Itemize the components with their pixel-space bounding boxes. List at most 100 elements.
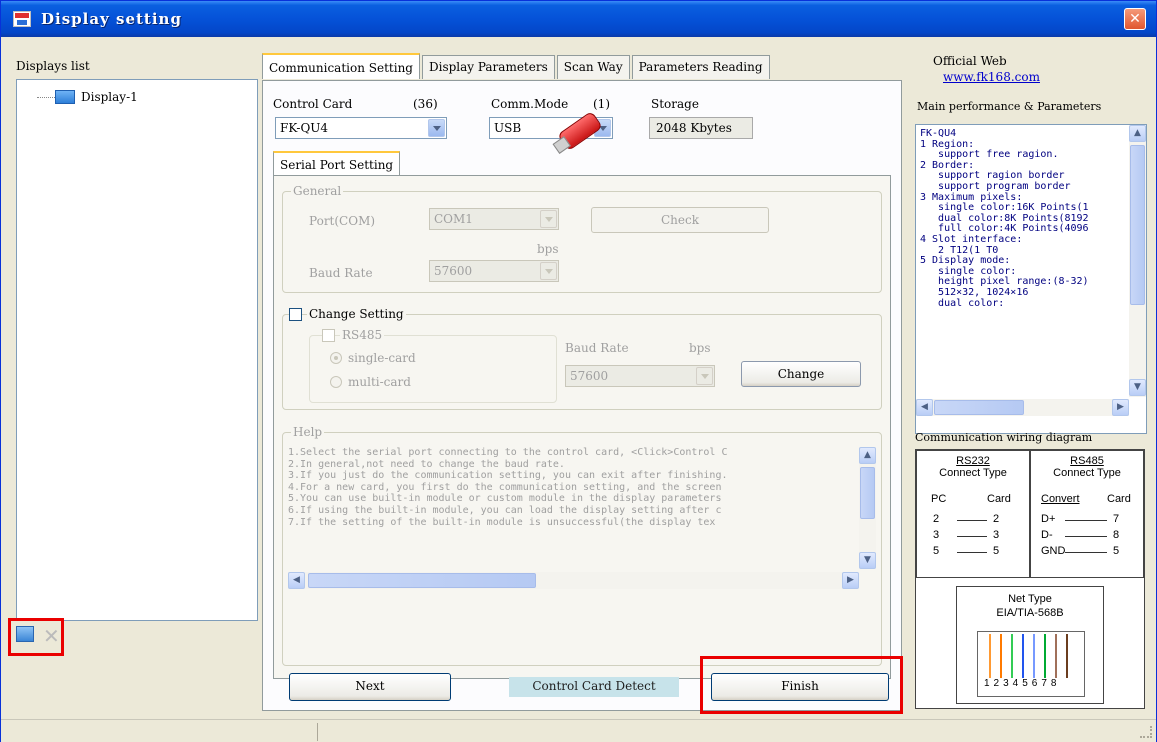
- scroll-right-icon[interactable]: ▶: [842, 572, 859, 589]
- next-button[interactable]: Next: [289, 673, 451, 701]
- performance-text: FK-QU4 1 Region: support free ragion. 2 …: [920, 128, 1089, 309]
- control-card-label: Control Card: [273, 97, 353, 111]
- net-type-standard: EIA/TIA-568B: [996, 607, 1064, 619]
- comm-mode-count: (1): [593, 97, 610, 111]
- scroll-down-icon[interactable]: ▼: [859, 552, 876, 569]
- displays-list[interactable]: Display-1: [16, 79, 258, 621]
- baud-rate-label: Baud Rate: [309, 266, 373, 280]
- help-vertical-scrollbar[interactable]: ▲ ▼: [859, 447, 876, 569]
- rs485-left-head: Convert: [1041, 493, 1080, 505]
- performance-box[interactable]: FK-QU4 1 Region: support free ragion. 2 …: [915, 124, 1147, 434]
- official-web-label: Official Web: [933, 54, 1007, 68]
- scroll-left-icon[interactable]: ◀: [916, 399, 933, 416]
- rj45-pin-numbers: 12345678: [984, 678, 1061, 689]
- perf-hscroll-thumb[interactable]: [934, 400, 1024, 415]
- net-type-box: Net Type EIA/TIA-568B 12345678: [956, 586, 1104, 704]
- help-line: 4.For a new card, you first do the commu…: [288, 481, 722, 493]
- wire-pin-left: D+: [1041, 513, 1056, 525]
- help-vscroll-thumb[interactable]: [860, 467, 875, 519]
- performance-label: Main performance & Parameters: [917, 100, 1102, 113]
- wire-pin-left: GND: [1041, 545, 1066, 557]
- tab-serial-port-setting[interactable]: Serial Port Setting: [273, 151, 401, 175]
- app-icon: [13, 11, 31, 27]
- help-horizontal-scrollbar[interactable]: ◀ ▶: [288, 572, 859, 589]
- general-group: General Port(COM) COM1 Check bps Baud Ra…: [282, 184, 882, 293]
- scroll-up-icon[interactable]: ▲: [1129, 125, 1146, 142]
- scroll-up-icon[interactable]: ▲: [859, 447, 876, 464]
- perf-horizontal-scrollbar[interactable]: ◀ ▶: [916, 399, 1129, 416]
- wire-pin-right: 2: [993, 513, 1000, 525]
- control-card-detect-button[interactable]: Control Card Detect: [509, 677, 679, 697]
- chevron-down-icon[interactable]: [696, 367, 713, 385]
- control-card-count: (36): [413, 97, 438, 111]
- chevron-down-icon[interactable]: [540, 262, 557, 280]
- scroll-left-icon[interactable]: ◀: [288, 572, 305, 589]
- serial-port-panel: General Port(COM) COM1 Check bps Baud Ra…: [273, 175, 891, 679]
- rs485-checkbox[interactable]: [322, 329, 335, 342]
- wire-pin-right: 5: [1113, 545, 1120, 557]
- status-bar: [1, 719, 1156, 742]
- baud-rate-select[interactable]: 57600: [429, 260, 559, 282]
- display-list-item[interactable]: Display-1: [55, 90, 138, 104]
- port-label: Port(COM): [309, 214, 376, 228]
- tab-parameters-reading[interactable]: Parameters Reading: [631, 55, 770, 79]
- port-select[interactable]: COM1: [429, 208, 559, 230]
- main-settings-area: Communication Setting Display Parameters…: [262, 46, 902, 711]
- storage-label: Storage: [651, 97, 699, 111]
- close-button[interactable]: ✕: [1124, 8, 1146, 30]
- single-card-radio[interactable]: [330, 352, 342, 364]
- communication-tab-panel: Control Card (36) FK-QU4 Comm.Mode (1) U…: [262, 80, 902, 711]
- multi-card-radio[interactable]: [330, 376, 342, 388]
- help-text[interactable]: 1.Select the serial port connecting to t…: [288, 447, 854, 569]
- change-button[interactable]: Change: [741, 361, 861, 387]
- baud-rate-value: 57600: [434, 264, 473, 278]
- official-web-link[interactable]: www.fk168.com: [943, 70, 1040, 84]
- change-setting-checkbox[interactable]: [289, 308, 302, 321]
- displays-list-label: Displays list: [16, 59, 90, 73]
- perf-vscroll-thumb[interactable]: [1130, 145, 1145, 305]
- wire-line: [1065, 520, 1107, 521]
- rs232-left-head: PC: [931, 493, 947, 505]
- help-line: 6.If using the built-in module, you can …: [288, 504, 722, 516]
- rs485-label: RS485: [340, 328, 385, 342]
- control-card-select[interactable]: FK-QU4: [275, 117, 447, 139]
- tab-scan-way[interactable]: Scan Way: [556, 55, 630, 79]
- comm-mode-value: USB: [494, 121, 522, 135]
- control-card-value: FK-QU4: [280, 121, 329, 135]
- window-title: Display setting: [41, 10, 182, 28]
- port-value: COM1: [434, 212, 473, 226]
- chevron-down-icon[interactable]: [540, 210, 557, 228]
- display-item-label: Display-1: [81, 90, 138, 104]
- wire-pin-right: 5: [993, 545, 1000, 557]
- wiring-table: RS232 Connect Type PC Card 2 2 3 3 5 5 RS485 …: [916, 450, 1144, 578]
- scroll-right-icon[interactable]: ▶: [1112, 399, 1129, 416]
- info-panel: Official Web www.fk168.com Main performa…: [907, 46, 1152, 711]
- wire-line: [957, 536, 987, 537]
- bps-label: bps: [537, 242, 559, 256]
- help-hscroll-thumb[interactable]: [308, 573, 536, 588]
- general-group-title: General: [291, 184, 344, 198]
- wire-pin-left: D-: [1041, 529, 1053, 541]
- wiring-diagram: RS232 Connect Type PC Card 2 2 3 3 5 5 RS485 …: [915, 449, 1145, 709]
- settings-tabs: Communication Setting Display Parameters…: [262, 53, 772, 79]
- wire-pin-left: 5: [933, 545, 940, 557]
- rj45-connector-icon: 12345678: [977, 631, 1085, 697]
- title-bar[interactable]: Display setting ✕: [1, 1, 1156, 37]
- rs485-group: RS485 single-card multi-card: [309, 328, 557, 403]
- change-baud-rate-select[interactable]: 57600: [565, 365, 715, 387]
- resize-grip-icon[interactable]: [1140, 726, 1152, 738]
- chevron-down-icon[interactable]: [428, 119, 445, 137]
- wire-line: [1065, 536, 1107, 537]
- change-baud-rate-label: Baud Rate: [565, 341, 629, 355]
- tab-display-parameters[interactable]: Display Parameters: [421, 55, 555, 79]
- wiring-diagram-label: Communication wiring diagram: [915, 431, 1093, 444]
- wire-line: [957, 520, 987, 521]
- scroll-down-icon[interactable]: ▼: [1129, 379, 1146, 396]
- wire-pin-right: 3: [993, 529, 1000, 541]
- tab-communication-setting[interactable]: Communication Setting: [262, 53, 420, 79]
- rs232-title: RS232: [956, 455, 990, 467]
- wire-pin-right: 8: [1113, 529, 1120, 541]
- help-line: 1.Select the serial port connecting to t…: [288, 447, 728, 458]
- check-button[interactable]: Check: [591, 207, 769, 233]
- perf-vertical-scrollbar[interactable]: ▲ ▼: [1129, 125, 1146, 397]
